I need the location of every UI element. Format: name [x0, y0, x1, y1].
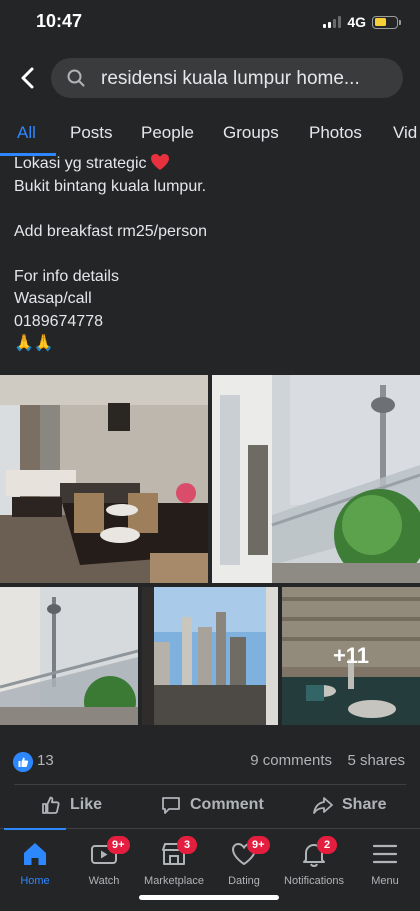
nav-menu[interactable]: Menu	[350, 829, 420, 891]
post-line	[14, 198, 414, 221]
search-icon	[67, 69, 85, 87]
network-type: 4G	[347, 14, 366, 30]
shares-count[interactable]: 5 shares	[347, 752, 405, 769]
notification-badge: 3	[177, 836, 197, 854]
battery-icon	[372, 15, 401, 29]
notification-badge: 9+	[107, 836, 130, 854]
post-line: Lokasi yg strategic	[14, 155, 147, 172]
search-query: residensi kuala lumpur home...	[101, 68, 360, 89]
comment-label: Comment	[190, 796, 264, 813]
reaction-count[interactable]: 13	[37, 752, 54, 769]
comments-count[interactable]: 9 comments	[250, 752, 332, 769]
notification-badge: 2	[317, 836, 337, 854]
back-arrow-icon[interactable]	[14, 63, 44, 93]
post-actions: Like Comment Share	[0, 788, 420, 826]
nav-label: Dating	[228, 875, 260, 887]
nav-label: Menu	[371, 875, 399, 887]
post-line: 0189674778	[14, 312, 103, 330]
post-line	[14, 243, 414, 266]
comment-icon	[162, 797, 180, 814]
photo-dining-room[interactable]	[0, 375, 208, 583]
status-indicators: 4G	[323, 14, 401, 30]
tab-videos[interactable]: Vid	[393, 123, 417, 143]
status-time: 10:47	[36, 11, 83, 31]
post-line: Add breakfast rm25/person	[14, 222, 207, 240]
nav-marketplace[interactable]: 3 Marketplace	[139, 829, 209, 891]
nav-label: Marketplace	[144, 875, 204, 887]
search-filter-tabs: All Posts People Groups Photos Vid	[0, 112, 420, 156]
share-label: Share	[342, 796, 387, 813]
home-indicator	[139, 895, 279, 900]
prayer-emoji: 🙏🙏	[14, 335, 54, 352]
photo-breakfast-table[interactable]: +11	[282, 587, 420, 725]
thumbs-up-icon	[42, 796, 60, 814]
nav-label: Home	[20, 875, 50, 887]
nav-notifications[interactable]: 2 Notifications	[279, 829, 349, 891]
share-button[interactable]: Share	[312, 794, 386, 816]
post-line: For info details	[14, 267, 119, 285]
nav-label: Notifications	[284, 875, 344, 887]
nav-dating[interactable]: 9+ Dating	[209, 829, 279, 891]
tab-people[interactable]: People	[141, 123, 194, 143]
reaction-summary: 13 9 comments 5 shares	[0, 742, 420, 782]
search-input[interactable]: residensi kuala lumpur home...	[51, 58, 403, 98]
comment-button[interactable]: Comment	[160, 794, 264, 816]
tab-all[interactable]: All	[17, 123, 36, 143]
divider	[14, 784, 406, 785]
nav-label: Watch	[88, 875, 120, 887]
share-icon	[313, 797, 333, 814]
menu-icon	[372, 844, 398, 864]
tab-photos[interactable]: Photos	[309, 123, 362, 143]
tab-posts[interactable]: Posts	[70, 123, 113, 143]
tab-groups[interactable]: Groups	[223, 123, 279, 143]
like-button[interactable]: Like	[40, 794, 102, 816]
nav-watch[interactable]: 9+ Watch	[69, 829, 139, 891]
nav-home[interactable]: Home	[0, 829, 70, 891]
signal-icon	[323, 16, 342, 28]
like-reaction-icon[interactable]	[13, 752, 33, 772]
search-header: residensi kuala lumpur home...	[0, 56, 420, 100]
photo-city-skyline[interactable]	[142, 587, 278, 725]
notification-badge: 9+	[247, 836, 270, 854]
post-line: Bukit bintang kuala lumpur.	[14, 177, 207, 195]
like-label: Like	[70, 796, 103, 813]
post-line: Wasap/call	[14, 290, 92, 307]
home-icon	[24, 843, 46, 865]
post-body: Lokasi yg strategic Bukit bintang kuala …	[14, 153, 414, 356]
photo-balcony-view[interactable]	[0, 587, 138, 725]
photo-balcony-tower[interactable]	[212, 375, 420, 583]
more-photos-count: +11	[282, 587, 420, 725]
heart-emoji-icon	[150, 154, 169, 170]
status-bar: 10:47 4G	[0, 0, 420, 44]
